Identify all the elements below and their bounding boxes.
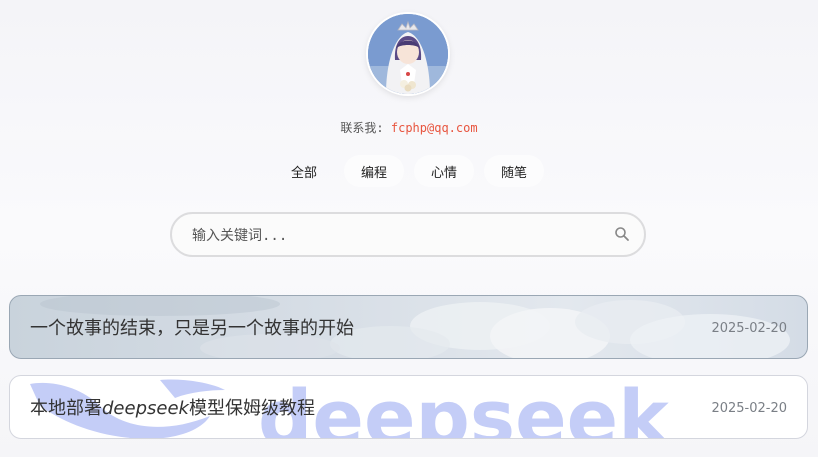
search-bar — [170, 212, 646, 257]
contact-line: 联系我: fcphp@qq.com — [0, 119, 818, 136]
post-date: 2025-02-20 — [711, 321, 787, 336]
contact-label: 联系我: — [340, 121, 384, 135]
category-tabs: 全部 编程 心情 随笔 — [274, 155, 544, 187]
post-card[interactable]: 一个故事的结束，只是另一个故事的开始 2025-02-20 — [9, 295, 808, 359]
contact-email-link[interactable]: fcphp@qq.com — [391, 121, 478, 135]
tab-all[interactable]: 全部 — [274, 155, 334, 187]
avatar[interactable] — [368, 14, 448, 94]
page: 联系我: fcphp@qq.com 全部 编程 心情 随笔 一个故事的结束，只是… — [0, 0, 818, 457]
avatar-image — [368, 14, 448, 94]
post-card[interactable]: deepseek 本地部署deepseek模型保姆级教程 2025-02-20 — [9, 375, 808, 439]
post-title-suffix: 模型保姆级教程 — [188, 398, 315, 419]
post-title-italic: deepseek — [102, 398, 189, 419]
search-input[interactable] — [190, 214, 604, 257]
post-title: 本地部署deepseek模型保姆级教程 — [30, 394, 315, 420]
tab-programming[interactable]: 编程 — [344, 155, 404, 187]
post-date: 2025-02-20 — [711, 401, 787, 416]
post-title-prefix: 本地部署 — [30, 398, 102, 419]
tab-mood[interactable]: 心情 — [414, 155, 474, 187]
search-icon[interactable] — [614, 226, 630, 242]
tab-essays[interactable]: 随笔 — [484, 155, 544, 187]
deepseek-watermark: deepseek — [258, 376, 670, 439]
post-title: 一个故事的结束，只是另一个故事的开始 — [30, 318, 354, 339]
